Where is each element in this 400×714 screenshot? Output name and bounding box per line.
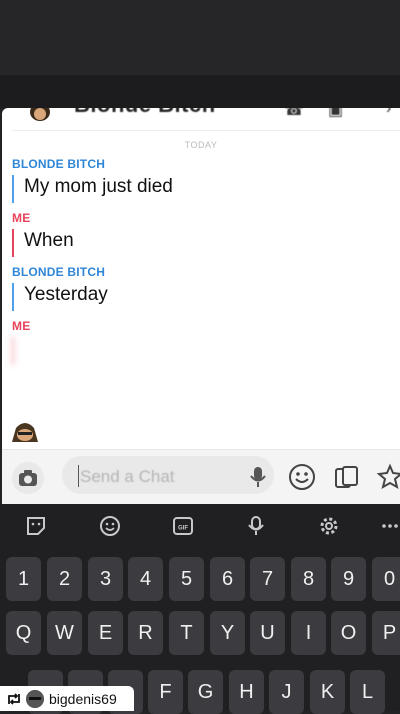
- sticker-icon[interactable]: [288, 463, 316, 491]
- avatar: [26, 689, 44, 708]
- chat-input-placeholder: Send a Chat: [80, 467, 175, 486]
- camera-button[interactable]: [12, 462, 44, 494]
- sticker-icon[interactable]: [24, 514, 48, 538]
- key[interactable]: F: [148, 670, 183, 714]
- key[interactable]: 0: [372, 557, 400, 601]
- chat-screen: Blonde Bitch ☎ ▣ › TODAY BLONDE BITCH My…: [2, 108, 400, 504]
- message-text-blurred[interactable]: [12, 337, 30, 365]
- key[interactable]: E: [88, 611, 123, 655]
- key[interactable]: G: [188, 670, 223, 714]
- message-sender: BLONDE BITCH: [12, 265, 106, 279]
- emoji-icon[interactable]: [98, 514, 122, 538]
- keyboard-toolbar: GIF: [0, 504, 400, 548]
- key[interactable]: R: [128, 611, 163, 655]
- key[interactable]: Y: [210, 611, 245, 655]
- day-separator: TODAY: [184, 140, 218, 150]
- friend-bitmoji-icon[interactable]: [28, 108, 52, 124]
- key[interactable]: Q: [6, 611, 41, 655]
- microphone-icon[interactable]: [248, 465, 268, 489]
- chat-header: Blonde Bitch ☎ ▣ ›: [2, 108, 400, 130]
- key[interactable]: 8: [291, 557, 326, 601]
- key[interactable]: 5: [169, 557, 204, 601]
- message-group: ME When: [12, 211, 74, 257]
- more-icon[interactable]: [378, 514, 400, 538]
- close-icon[interactable]: ›: [386, 108, 400, 118]
- message-sender: ME: [12, 211, 31, 225]
- message-sender: BLONDE BITCH: [12, 157, 106, 171]
- key[interactable]: 9: [331, 557, 366, 601]
- message-text[interactable]: My mom just died: [12, 175, 173, 203]
- typing-bitmoji-icon: [12, 423, 38, 442]
- message-group: ME: [12, 319, 31, 365]
- gif-label: GIF: [178, 526, 188, 532]
- key[interactable]: K: [310, 670, 345, 714]
- game-icon[interactable]: [376, 463, 400, 491]
- chat-contact-name[interactable]: Blonde Bitch: [74, 108, 216, 118]
- watermark-username: bigdenis69: [49, 690, 117, 707]
- message-group: BLONDE BITCH My mom just died: [12, 157, 173, 203]
- key[interactable]: L: [350, 670, 385, 714]
- key[interactable]: U: [250, 611, 285, 655]
- message-text[interactable]: Yesterday: [12, 283, 108, 311]
- cards-icon[interactable]: [332, 463, 360, 491]
- settings-icon[interactable]: [317, 514, 341, 538]
- microphone-icon[interactable]: [244, 514, 268, 538]
- phone-icon[interactable]: ☎: [284, 108, 304, 119]
- key[interactable]: O: [331, 611, 366, 655]
- header-divider: [12, 130, 400, 131]
- key[interactable]: 2: [47, 557, 82, 601]
- message-group: BLONDE BITCH Yesterday: [12, 265, 108, 311]
- key[interactable]: 7: [250, 557, 285, 601]
- key[interactable]: J: [269, 670, 304, 714]
- key[interactable]: 6: [210, 557, 245, 601]
- key[interactable]: H: [229, 670, 264, 714]
- message-sender: ME: [12, 319, 31, 333]
- key[interactable]: T: [169, 611, 204, 655]
- video-top-shade: [0, 75, 400, 108]
- video-icon[interactable]: ▣: [328, 108, 346, 119]
- key[interactable]: W: [47, 611, 82, 655]
- gif-icon[interactable]: GIF: [171, 514, 195, 538]
- keyboard: GIF 1 2 3 4 5 6 7 8 9 0 Q W E R T Y U I …: [0, 504, 400, 714]
- key[interactable]: 1: [6, 557, 41, 601]
- key[interactable]: 4: [128, 557, 163, 601]
- text-cursor: [78, 465, 79, 487]
- chat-input-bar: Send a Chat: [2, 449, 400, 504]
- repost-icon: [8, 692, 20, 705]
- key[interactable]: P: [372, 611, 400, 655]
- key[interactable]: I: [291, 611, 326, 655]
- camera-icon: [19, 470, 37, 486]
- message-text[interactable]: When: [12, 229, 74, 257]
- key[interactable]: 3: [88, 557, 123, 601]
- repost-watermark: bigdenis69: [0, 686, 134, 711]
